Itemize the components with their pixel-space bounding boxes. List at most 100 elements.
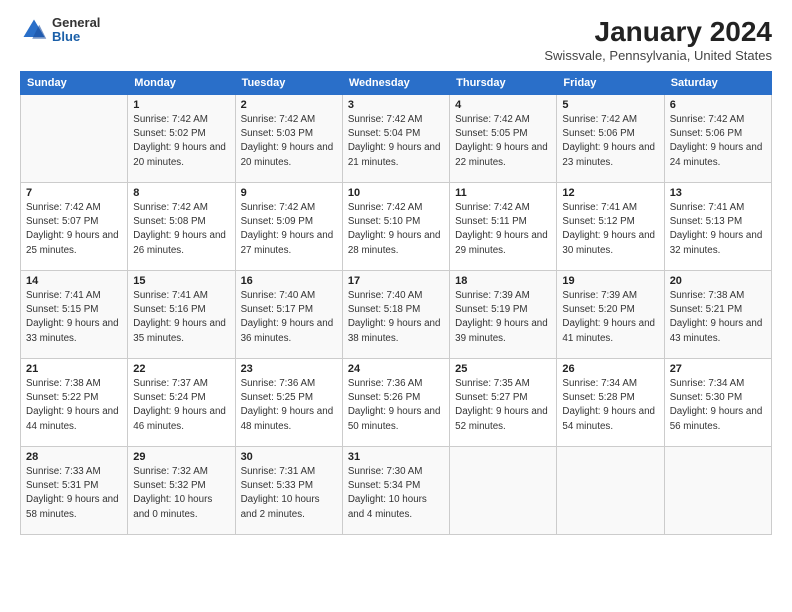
day-info: Sunrise: 7:41 AMSunset: 5:16 PMDaylight:…: [133, 289, 229, 346]
day-number: 15: [133, 275, 229, 287]
weekday-header: Tuesday: [235, 72, 342, 95]
calendar-cell: 20 Sunrise: 7:38 AMSunset: 5:21 PMDaylig…: [664, 271, 771, 359]
day-number: 1: [133, 99, 229, 111]
calendar-cell: 7 Sunrise: 7:42 AMSunset: 5:07 PMDayligh…: [21, 183, 128, 271]
day-info: Sunrise: 7:39 AMSunset: 5:20 PMDaylight:…: [562, 289, 658, 346]
weekday-header: Sunday: [21, 72, 128, 95]
day-info: Sunrise: 7:40 AMSunset: 5:18 PMDaylight:…: [348, 289, 444, 346]
calendar-cell: 26 Sunrise: 7:34 AMSunset: 5:28 PMDaylig…: [557, 359, 664, 447]
day-info: Sunrise: 7:41 AMSunset: 5:12 PMDaylight:…: [562, 201, 658, 258]
logo-general: General: [52, 16, 100, 30]
day-number: 31: [348, 451, 444, 463]
day-number: 19: [562, 275, 658, 287]
day-number: 30: [241, 451, 337, 463]
day-number: 24: [348, 363, 444, 375]
day-number: 11: [455, 187, 551, 199]
day-info: Sunrise: 7:37 AMSunset: 5:24 PMDaylight:…: [133, 377, 229, 434]
calendar-cell: 1 Sunrise: 7:42 AMSunset: 5:02 PMDayligh…: [128, 95, 235, 183]
day-info: Sunrise: 7:42 AMSunset: 5:05 PMDaylight:…: [455, 113, 551, 170]
day-number: 4: [455, 99, 551, 111]
calendar-cell: 12 Sunrise: 7:41 AMSunset: 5:12 PMDaylig…: [557, 183, 664, 271]
day-info: Sunrise: 7:42 AMSunset: 5:06 PMDaylight:…: [670, 113, 766, 170]
day-number: 7: [26, 187, 122, 199]
day-info: Sunrise: 7:38 AMSunset: 5:21 PMDaylight:…: [670, 289, 766, 346]
location: Swissvale, Pennsylvania, United States: [544, 48, 772, 63]
day-number: 23: [241, 363, 337, 375]
calendar-cell: [450, 447, 557, 535]
logo-icon: [20, 16, 48, 44]
calendar-cell: 13 Sunrise: 7:41 AMSunset: 5:13 PMDaylig…: [664, 183, 771, 271]
month-title: January 2024: [544, 16, 772, 48]
day-info: Sunrise: 7:33 AMSunset: 5:31 PMDaylight:…: [26, 465, 122, 522]
day-info: Sunrise: 7:34 AMSunset: 5:30 PMDaylight:…: [670, 377, 766, 434]
calendar-cell: 31 Sunrise: 7:30 AMSunset: 5:34 PMDaylig…: [342, 447, 449, 535]
day-number: 6: [670, 99, 766, 111]
day-number: 17: [348, 275, 444, 287]
day-info: Sunrise: 7:42 AMSunset: 5:06 PMDaylight:…: [562, 113, 658, 170]
calendar-cell: 24 Sunrise: 7:36 AMSunset: 5:26 PMDaylig…: [342, 359, 449, 447]
day-number: 5: [562, 99, 658, 111]
day-number: 16: [241, 275, 337, 287]
day-info: Sunrise: 7:42 AMSunset: 5:10 PMDaylight:…: [348, 201, 444, 258]
day-number: 9: [241, 187, 337, 199]
day-number: 22: [133, 363, 229, 375]
day-info: Sunrise: 7:42 AMSunset: 5:03 PMDaylight:…: [241, 113, 337, 170]
calendar-table: SundayMondayTuesdayWednesdayThursdayFrid…: [20, 71, 772, 535]
logo: General Blue: [20, 16, 100, 45]
day-number: 13: [670, 187, 766, 199]
day-number: 10: [348, 187, 444, 199]
day-number: 27: [670, 363, 766, 375]
calendar-cell: 28 Sunrise: 7:33 AMSunset: 5:31 PMDaylig…: [21, 447, 128, 535]
day-info: Sunrise: 7:32 AMSunset: 5:32 PMDaylight:…: [133, 465, 229, 522]
day-info: Sunrise: 7:34 AMSunset: 5:28 PMDaylight:…: [562, 377, 658, 434]
calendar-cell: 10 Sunrise: 7:42 AMSunset: 5:10 PMDaylig…: [342, 183, 449, 271]
day-info: Sunrise: 7:41 AMSunset: 5:13 PMDaylight:…: [670, 201, 766, 258]
calendar-cell: 16 Sunrise: 7:40 AMSunset: 5:17 PMDaylig…: [235, 271, 342, 359]
calendar-cell: 6 Sunrise: 7:42 AMSunset: 5:06 PMDayligh…: [664, 95, 771, 183]
calendar-cell: 27 Sunrise: 7:34 AMSunset: 5:30 PMDaylig…: [664, 359, 771, 447]
day-number: 25: [455, 363, 551, 375]
day-info: Sunrise: 7:36 AMSunset: 5:25 PMDaylight:…: [241, 377, 337, 434]
weekday-header: Thursday: [450, 72, 557, 95]
day-info: Sunrise: 7:42 AMSunset: 5:07 PMDaylight:…: [26, 201, 122, 258]
logo-blue: Blue: [52, 30, 100, 44]
day-number: 12: [562, 187, 658, 199]
day-info: Sunrise: 7:41 AMSunset: 5:15 PMDaylight:…: [26, 289, 122, 346]
weekday-header: Wednesday: [342, 72, 449, 95]
day-info: Sunrise: 7:36 AMSunset: 5:26 PMDaylight:…: [348, 377, 444, 434]
day-info: Sunrise: 7:39 AMSunset: 5:19 PMDaylight:…: [455, 289, 551, 346]
day-number: 26: [562, 363, 658, 375]
calendar-cell: [557, 447, 664, 535]
day-info: Sunrise: 7:31 AMSunset: 5:33 PMDaylight:…: [241, 465, 337, 522]
day-number: 14: [26, 275, 122, 287]
calendar-cell: 3 Sunrise: 7:42 AMSunset: 5:04 PMDayligh…: [342, 95, 449, 183]
weekday-header: Monday: [128, 72, 235, 95]
page-header: General Blue January 2024 Swissvale, Pen…: [20, 16, 772, 63]
calendar-cell: 23 Sunrise: 7:36 AMSunset: 5:25 PMDaylig…: [235, 359, 342, 447]
day-info: Sunrise: 7:42 AMSunset: 5:09 PMDaylight:…: [241, 201, 337, 258]
day-number: 28: [26, 451, 122, 463]
calendar-cell: 22 Sunrise: 7:37 AMSunset: 5:24 PMDaylig…: [128, 359, 235, 447]
day-number: 8: [133, 187, 229, 199]
calendar-cell: 29 Sunrise: 7:32 AMSunset: 5:32 PMDaylig…: [128, 447, 235, 535]
logo-text: General Blue: [52, 16, 100, 45]
calendar-cell: 8 Sunrise: 7:42 AMSunset: 5:08 PMDayligh…: [128, 183, 235, 271]
calendar-cell: 30 Sunrise: 7:31 AMSunset: 5:33 PMDaylig…: [235, 447, 342, 535]
calendar-cell: 5 Sunrise: 7:42 AMSunset: 5:06 PMDayligh…: [557, 95, 664, 183]
day-info: Sunrise: 7:42 AMSunset: 5:04 PMDaylight:…: [348, 113, 444, 170]
calendar-cell: 15 Sunrise: 7:41 AMSunset: 5:16 PMDaylig…: [128, 271, 235, 359]
title-block: January 2024 Swissvale, Pennsylvania, Un…: [544, 16, 772, 63]
calendar-cell: [21, 95, 128, 183]
calendar-header: SundayMondayTuesdayWednesdayThursdayFrid…: [21, 72, 772, 95]
day-number: 2: [241, 99, 337, 111]
calendar-cell: 14 Sunrise: 7:41 AMSunset: 5:15 PMDaylig…: [21, 271, 128, 359]
day-number: 29: [133, 451, 229, 463]
calendar-cell: 17 Sunrise: 7:40 AMSunset: 5:18 PMDaylig…: [342, 271, 449, 359]
day-number: 21: [26, 363, 122, 375]
calendar-cell: 11 Sunrise: 7:42 AMSunset: 5:11 PMDaylig…: [450, 183, 557, 271]
calendar-cell: [664, 447, 771, 535]
weekday-header: Friday: [557, 72, 664, 95]
day-number: 3: [348, 99, 444, 111]
calendar-cell: 21 Sunrise: 7:38 AMSunset: 5:22 PMDaylig…: [21, 359, 128, 447]
day-info: Sunrise: 7:38 AMSunset: 5:22 PMDaylight:…: [26, 377, 122, 434]
